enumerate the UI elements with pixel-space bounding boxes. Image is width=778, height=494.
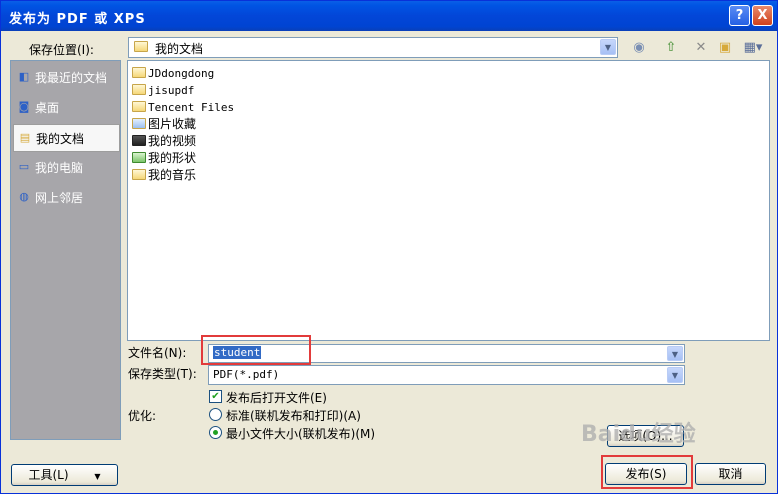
delete-icon[interactable]: ✕ [691, 39, 711, 57]
file-name: JDdongdong [148, 67, 215, 80]
tools-button[interactable]: 工具(L) ▼ [11, 464, 118, 486]
file-name: 图片收藏 [148, 117, 197, 131]
place-my-computer[interactable]: ▭ 我的电脑 [13, 154, 120, 182]
optimize-standard-radio[interactable] [209, 408, 222, 421]
place-label: 我的电脑 [35, 161, 84, 175]
list-item[interactable]: Tencent Files [131, 99, 234, 116]
list-item[interactable]: JDdongdong [131, 65, 214, 82]
list-item[interactable]: 我的形状 [131, 150, 196, 167]
close-button[interactable]: X [752, 5, 773, 26]
file-name: 我的视频 [148, 134, 197, 148]
list-item[interactable]: 我的视频 [131, 133, 196, 150]
file-name: 我的形状 [148, 151, 197, 165]
place-label: 我的文档 [36, 132, 85, 146]
tools-label: 工具(L) [28, 468, 69, 482]
my-documents-icon [134, 41, 148, 55]
list-item[interactable]: jisupdf [131, 82, 194, 99]
desktop-icon: ◙ [18, 100, 30, 113]
file-name: jisupdf [148, 84, 195, 97]
place-label: 我最近的文档 [35, 71, 108, 85]
highlight-box [601, 455, 693, 489]
dialog-title: 发布为 PDF 或 XPS [9, 12, 146, 27]
pictures-folder-icon [132, 118, 146, 130]
save-location-label: 保存位置(I): [29, 43, 94, 57]
place-desktop[interactable]: ◙ 桌面 [13, 94, 120, 122]
views-icon[interactable]: ▦▾ [739, 39, 767, 57]
title-bar[interactable]: 发布为 PDF 或 XPS ? X [1, 1, 777, 31]
open-after-publish-label: 发布后打开文件(E) [226, 391, 327, 405]
folder-icon [132, 67, 146, 79]
chevron-down-icon[interactable]: ▼ [600, 39, 616, 55]
place-my-documents[interactable]: ▤ 我的文档 [13, 124, 120, 152]
filename-label: 文件名(N): [128, 346, 187, 360]
list-item[interactable]: 我的音乐 [131, 167, 196, 184]
file-name: 我的音乐 [148, 168, 197, 182]
folder-icon [132, 84, 146, 96]
highlight-box [201, 335, 311, 365]
chevron-down-icon[interactable]: ▼ [667, 367, 683, 383]
chevron-down-icon[interactable]: ▼ [667, 346, 683, 361]
help-button[interactable]: ? [729, 5, 750, 26]
list-item[interactable]: 图片收藏 [131, 116, 196, 133]
place-recent-documents[interactable]: ◧ 我最近的文档 [13, 64, 120, 92]
network-places-icon: ◍ [19, 190, 29, 203]
recent-documents-icon: ◧ [18, 70, 30, 83]
save-location-combo[interactable]: 我的文档 ▼ [128, 37, 618, 58]
place-label: 网上邻居 [35, 191, 84, 205]
cancel-button[interactable]: 取消 [695, 463, 766, 485]
publish-dialog: 发布为 PDF 或 XPS ? X 保存位置(I): 我的文档 ▼ ◉ ⇧ ✕ … [0, 0, 778, 494]
file-name: Tencent Files [148, 101, 235, 114]
filetype-select[interactable]: PDF(*.pdf) ▼ [208, 365, 685, 385]
filetype-label: 保存类型(T): [128, 367, 197, 381]
places-bar: ◧ 我最近的文档 ◙ 桌面 ▤ 我的文档 ▭ 我的电脑 ◍ 网上邻居 [10, 60, 121, 440]
chevron-down-icon: ▼ [94, 472, 101, 481]
open-after-publish-checkbox[interactable]: ✔ [209, 390, 222, 403]
new-folder-icon[interactable]: ▣ [715, 39, 735, 57]
back-icon[interactable]: ◉ [629, 39, 649, 57]
filetype-value: PDF(*.pdf) [213, 368, 280, 381]
my-documents-icon: ▤ [19, 131, 31, 144]
optimize-minimum-radio[interactable] [209, 426, 222, 439]
folder-icon [132, 101, 146, 113]
file-list[interactable]: JDdongdong jisupdf Tencent Files 图片收藏 我的… [127, 60, 770, 341]
place-label: 桌面 [35, 101, 60, 115]
up-folder-icon[interactable]: ⇧ [661, 39, 681, 57]
my-computer-icon: ▭ [18, 160, 30, 173]
watermark: Baidu经验 [581, 422, 696, 447]
optimize-standard-label: 标准(联机发布和打印)(A) [226, 409, 361, 423]
shapes-folder-icon [132, 152, 146, 164]
videos-folder-icon [132, 135, 146, 147]
place-network[interactable]: ◍ 网上邻居 [13, 184, 120, 212]
music-folder-icon [132, 169, 146, 181]
optimize-minimum-label: 最小文件大小(联机发布)(M) [226, 427, 376, 441]
optimize-label: 优化: [128, 409, 157, 423]
save-location-value: 我的文档 [155, 42, 204, 56]
